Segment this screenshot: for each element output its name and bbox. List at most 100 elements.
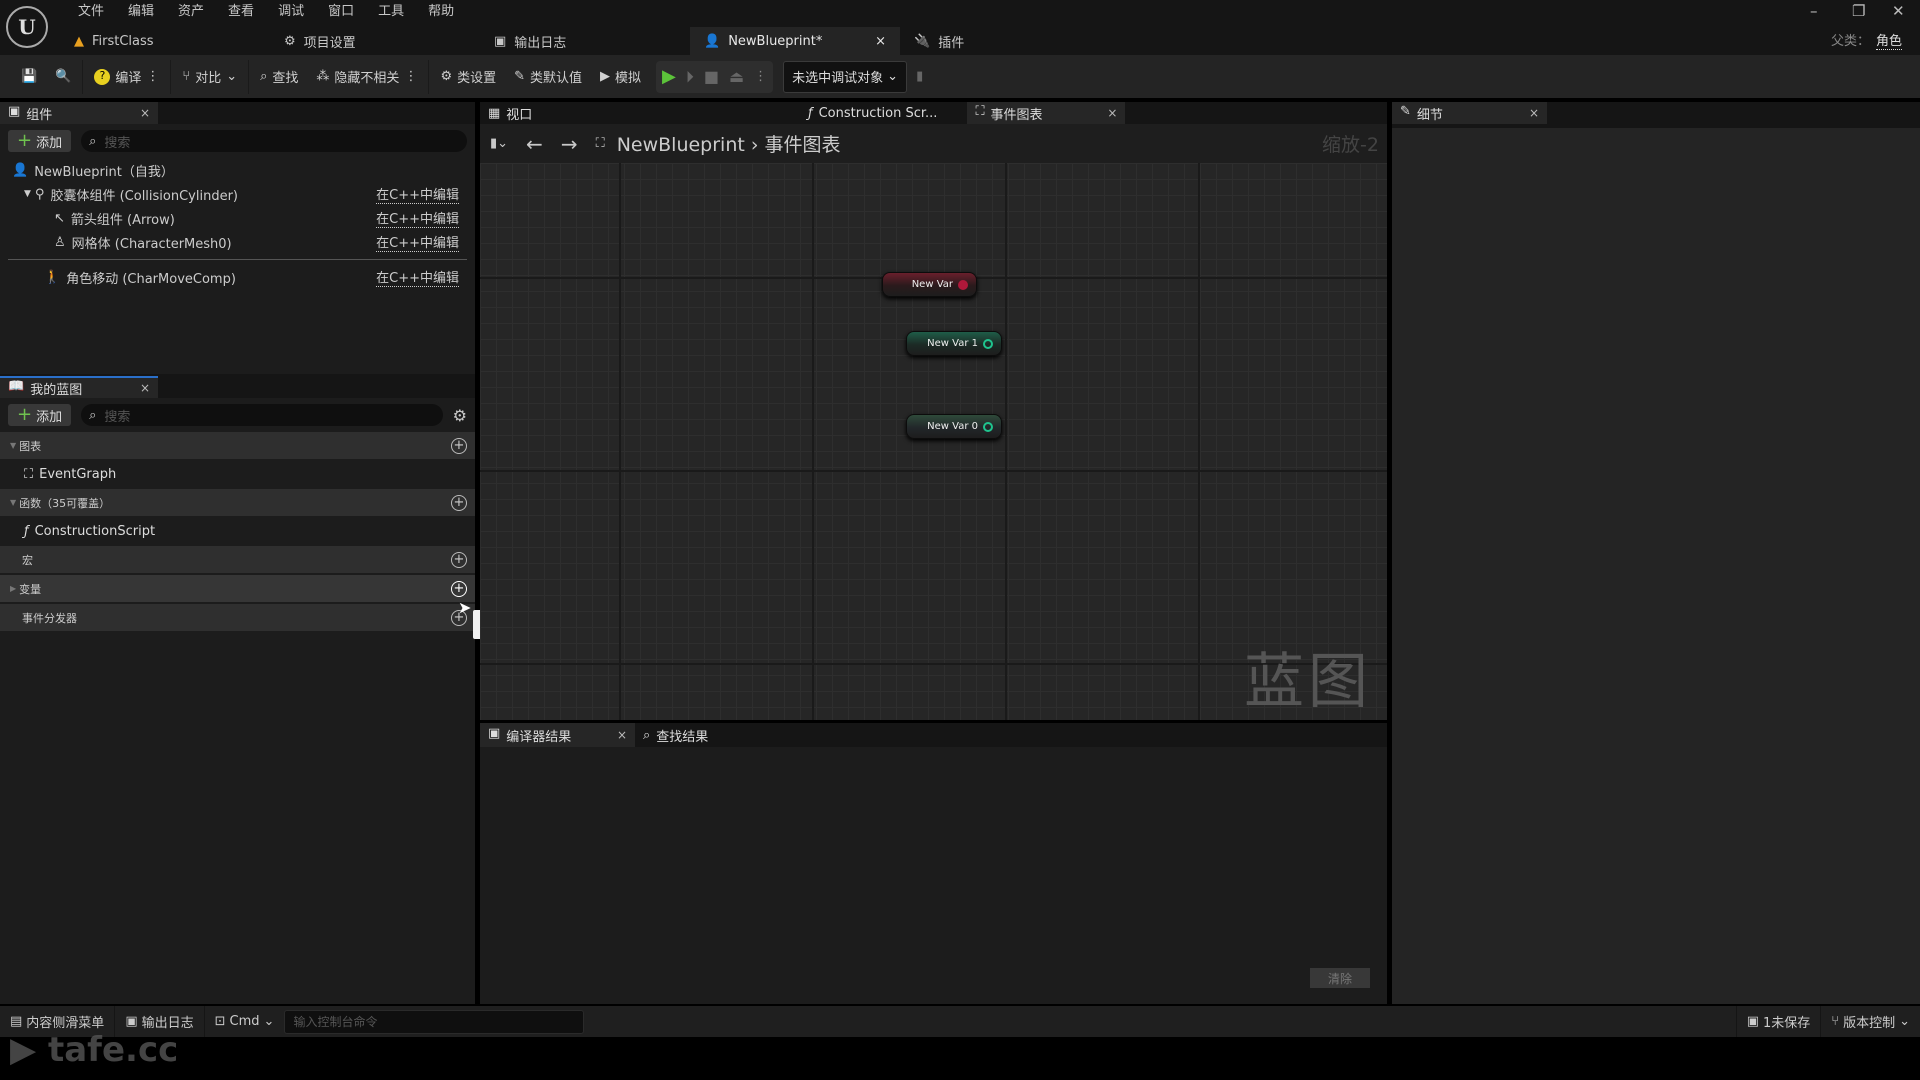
tab-output-log[interactable]: ▣ 输出日志 [480, 27, 690, 55]
category-macros[interactable]: 宏 + [0, 546, 475, 573]
menu-edit[interactable]: 编辑 [116, 2, 166, 22]
add-variable-icon[interactable]: + [451, 580, 467, 597]
add-macro-icon[interactable]: + [451, 551, 467, 568]
tab-firstclass[interactable]: ▲ FirstClass [60, 27, 270, 55]
hide-unrelated-button[interactable]: ⁂ 隐藏不相关 ⋮ [307, 61, 426, 93]
add-graph-icon[interactable]: + [451, 437, 467, 454]
tab-plugins[interactable]: 🔌 插件 [900, 27, 1110, 55]
search-icon: ⌕ [643, 727, 651, 743]
parent-class-link[interactable]: 角色 [1875, 34, 1902, 50]
level-icon: ▲ [74, 33, 84, 49]
diff-button[interactable]: ⑂ 对比 ⌄ [173, 61, 246, 93]
more-icon[interactable]: ⋮ [754, 69, 767, 84]
expand-arrow-icon[interactable]: ▼ [24, 189, 31, 199]
tab-newblueprint[interactable]: 👤 NewBlueprint* × [690, 27, 900, 55]
debug-browse-button[interactable]: ▮ [907, 61, 932, 93]
close-window-button[interactable]: ✕ [1892, 2, 1905, 20]
close-icon[interactable]: × [1529, 106, 1539, 120]
forward-arrow-icon[interactable]: → [561, 132, 578, 156]
component-row[interactable]: 🚶 角色移动 (CharMoveComp) 在C++中编辑 [8, 265, 467, 289]
gear-icon[interactable]: ⚙ [453, 406, 467, 425]
step-icon[interactable]: ⏵ [686, 67, 694, 87]
viewport-icon: ▦ [488, 105, 501, 121]
breadcrumb-blueprint[interactable]: NewBlueprint [617, 134, 745, 156]
graph-icon: ⛶ [975, 103, 985, 119]
my-blueprint-search-input[interactable]: ⌕ 搜索 [81, 404, 443, 426]
tab-construction-script[interactable]: ƒ Construction Scr... [638, 102, 946, 124]
menu-window[interactable]: 窗口 [316, 2, 366, 22]
graph-canvas[interactable]: New Var New Var 1 New Var 0 蓝图 [480, 163, 1387, 720]
edit-in-cpp-link[interactable]: 在C++中编辑 [376, 232, 459, 252]
find-button[interactable]: ⌕ 查找 [251, 61, 307, 93]
minimize-button[interactable]: – [1810, 2, 1818, 20]
add-component-button[interactable]: + 添加 [8, 130, 72, 152]
tab-my-blueprint[interactable]: 📖 我的蓝图 × [0, 376, 158, 398]
close-icon[interactable]: × [875, 34, 886, 49]
tab-details[interactable]: ✎ 细节 × [1392, 102, 1547, 124]
pin-icon[interactable] [983, 421, 993, 432]
component-row[interactable]: ↖ 箭头组件 (Arrow) 在C++中编辑 [8, 206, 467, 230]
edit-in-cpp-link[interactable]: 在C++中编辑 [376, 267, 459, 287]
menu-view[interactable]: 查看 [216, 2, 266, 22]
tab-find-results[interactable]: ⌕ 查找结果 [635, 723, 717, 747]
item-construction-script[interactable]: ƒ ConstructionScript [0, 518, 475, 544]
compile-button[interactable]: ? 编译 ⋮ [85, 61, 168, 93]
tab-components[interactable]: ▣ 组件 × [0, 102, 158, 124]
item-event-graph[interactable]: ⛶ EventGraph [0, 461, 475, 487]
more-icon[interactable]: ⋮ [404, 69, 417, 84]
tab-event-graph[interactable]: ⛶ 事件图表 × [967, 102, 1126, 124]
class-settings-button[interactable]: ⚙ 类设置 [431, 61, 505, 93]
play-icon[interactable]: ▶ [662, 66, 676, 87]
back-arrow-icon[interactable]: ← [526, 132, 543, 156]
component-row[interactable]: ♙ 网格体 (CharacterMesh0) 在C++中编辑 [8, 230, 467, 254]
class-defaults-button[interactable]: ✎ 类默认值 [505, 61, 591, 93]
browse-button[interactable]: 🔍 [46, 61, 80, 93]
simulate-button[interactable]: ▶ 模拟 [591, 61, 650, 93]
save-button[interactable]: 💾 [12, 61, 46, 93]
component-row[interactable]: ▼ ⚲ 胶囊体组件 (CollisionCylinder) 在C++中编辑 [8, 182, 467, 206]
restore-button[interactable]: ❐ [1852, 2, 1865, 20]
edit-in-cpp-link[interactable]: 在C++中编辑 [376, 184, 459, 204]
debug-target-dropdown[interactable]: 未选中调试对象 ⌄ [783, 60, 908, 93]
tab-label: 编译器结果 [506, 729, 572, 745]
menu-tools[interactable]: 工具 [366, 2, 416, 22]
category-functions[interactable]: ▼ 函数（35可覆盖） + [0, 489, 475, 516]
close-icon[interactable]: × [140, 106, 150, 120]
add-function-icon[interactable]: + [451, 494, 467, 511]
menu-file[interactable]: 文件 [66, 2, 116, 22]
category-graphs[interactable]: ▼ 图表 + [0, 432, 475, 459]
category-variables[interactable]: ▶ 变量 + [0, 575, 475, 602]
edit-in-cpp-link[interactable]: 在C++中编辑 [376, 208, 459, 228]
clear-button[interactable]: 清除 [1310, 968, 1370, 988]
component-root[interactable]: 👤 NewBlueprint（自我） [8, 158, 467, 182]
cmd-dropdown[interactable]: ⊡ Cmd ⌄ [205, 1006, 285, 1037]
source-control-button[interactable]: ⑂ 版本控制 ⌄ [1821, 1006, 1920, 1037]
tab-viewport[interactable]: ▦ 视口 [480, 102, 638, 124]
variable-node[interactable]: New Var 1 [906, 331, 1002, 356]
menu-asset[interactable]: 资产 [166, 2, 216, 22]
pin-icon[interactable] [983, 338, 993, 349]
tab-project-settings[interactable]: ⚙ 项目设置 [270, 27, 480, 55]
tab-compiler-results[interactable]: ▣ 编译器结果 × [480, 723, 635, 747]
variable-node[interactable]: New Var [882, 272, 977, 297]
stop-icon[interactable]: ■ [704, 67, 719, 86]
simulate-label: 模拟 [615, 71, 642, 86]
close-icon[interactable]: × [140, 381, 150, 395]
unreal-logo[interactable]: U [6, 6, 48, 48]
more-icon[interactable]: ⋮ [146, 69, 159, 84]
close-icon[interactable]: × [1107, 106, 1117, 120]
variable-node[interactable]: New Var 0 [906, 414, 1002, 439]
add-member-button[interactable]: + 添加 [8, 404, 72, 426]
close-icon[interactable]: × [617, 728, 627, 742]
bookmark-icon[interactable]: ▮⌄ [490, 136, 508, 151]
pin-icon[interactable] [958, 279, 968, 290]
eject-icon[interactable]: ⏏ [729, 67, 744, 86]
breadcrumb-graph[interactable]: 事件图表 [765, 134, 841, 156]
menu-debug[interactable]: 调试 [266, 2, 316, 22]
unsaved-button[interactable]: ▣ 1未保存 [1735, 1006, 1822, 1037]
category-event-dispatchers[interactable]: 事件分发器 + [0, 604, 475, 631]
components-search-input[interactable]: ⌕ 搜索 [81, 130, 467, 152]
console-input[interactable]: 输入控制台命令 [284, 1009, 585, 1034]
details-column: ✎ 细节 × [1392, 102, 1920, 1004]
menu-help[interactable]: 帮助 [416, 2, 466, 22]
